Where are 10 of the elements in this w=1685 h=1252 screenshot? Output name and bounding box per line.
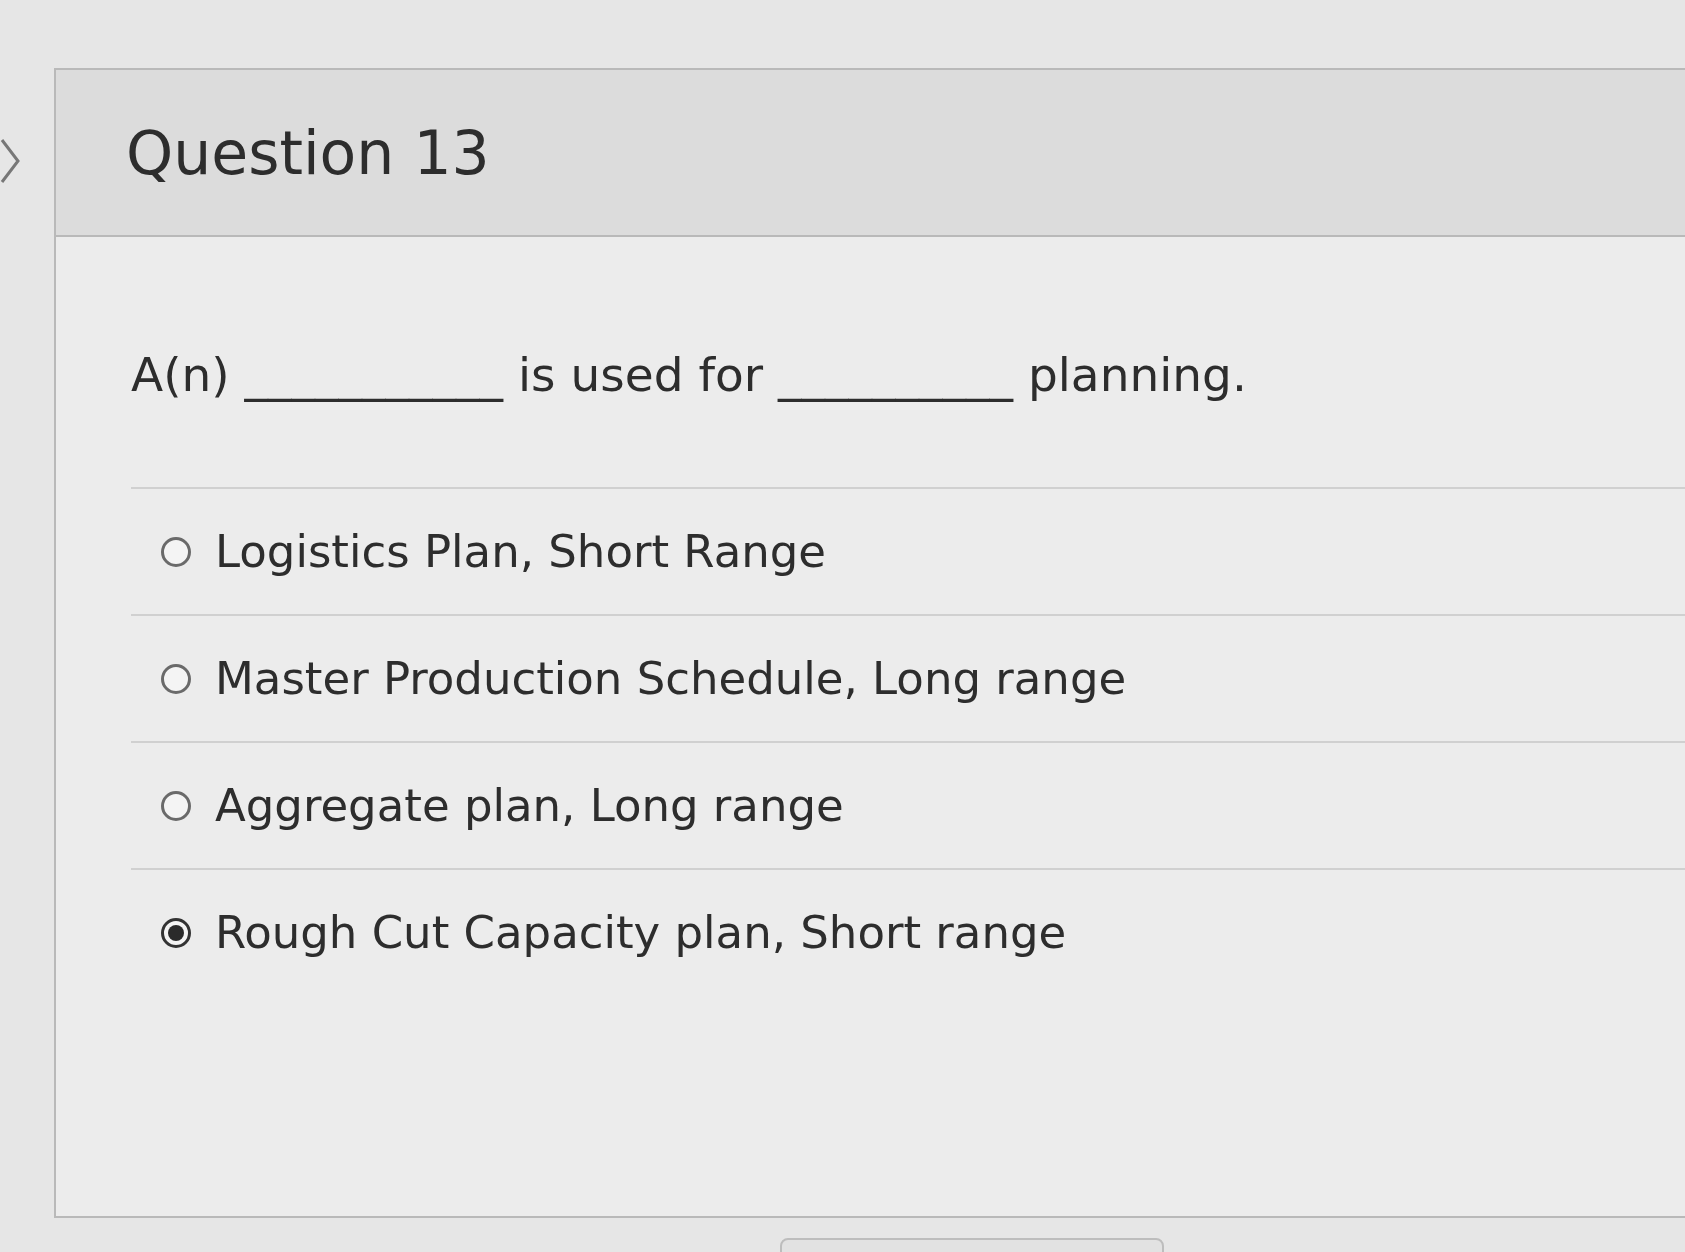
radio-button[interactable] <box>161 917 191 948</box>
question-title: Question 13 <box>126 117 490 188</box>
question-text: A(n) ___________ is used for __________ planning. <box>131 347 1248 402</box>
radio-button[interactable] <box>161 790 191 821</box>
radio-button[interactable] <box>161 663 191 694</box>
radio-button[interactable] <box>161 536 191 567</box>
answer-option[interactable]: Rough Cut Capacity plan, Short range <box>131 868 1685 995</box>
answer-option[interactable]: Master Production Schedule, Long range <box>131 614 1685 741</box>
answer-option[interactable]: Logistics Plan, Short Range <box>131 487 1685 614</box>
answer-option[interactable]: Aggregate plan, Long range <box>131 741 1685 868</box>
